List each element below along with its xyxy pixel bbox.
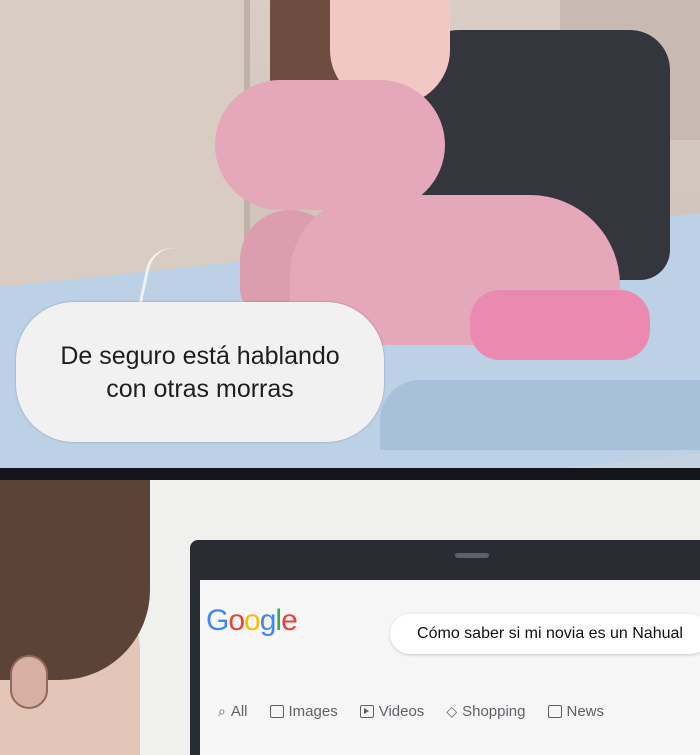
top-panel: De seguro está hablando con otras morras xyxy=(0,0,700,470)
logo-letter: o xyxy=(228,604,245,637)
speech-line-1: De seguro está hablando xyxy=(60,342,340,370)
speech-line-2: con otras morras xyxy=(106,375,294,403)
newspaper-icon xyxy=(547,704,562,718)
search-icon: ⌕ xyxy=(218,702,226,719)
tab-news[interactable]: News xyxy=(547,702,605,720)
boy-ear xyxy=(10,655,48,709)
search-query: Cómo saber si mi novia es un Nahual xyxy=(417,625,683,642)
girl-arms xyxy=(215,80,445,210)
tab-label: News xyxy=(566,702,605,720)
bottom-panel: Google Cómo saber si mi novia es un Nahu… xyxy=(0,480,700,755)
speech-bubble: De seguro está hablando con otras morras xyxy=(16,302,384,442)
logo-letter: o xyxy=(244,604,261,637)
tab-videos[interactable]: Videos xyxy=(359,702,425,720)
tab-images[interactable]: Images xyxy=(269,702,338,720)
tab-label: All xyxy=(230,702,248,720)
tag-icon: ◇ xyxy=(446,702,458,719)
google-logo[interactable]: Google xyxy=(206,604,298,638)
speech-bubble-text: De seguro está hablando con otras morras xyxy=(16,340,384,406)
webcam xyxy=(455,553,489,558)
laptop: Google Cómo saber si mi novia es un Nahu… xyxy=(190,540,700,755)
browser-screen: Google Cómo saber si mi novia es un Nahu… xyxy=(200,580,700,755)
logo-letter: G xyxy=(206,604,229,637)
tab-label: Images xyxy=(288,702,338,720)
logo-letter: e xyxy=(281,604,298,637)
video-icon xyxy=(359,704,374,718)
logo-letter: g xyxy=(259,604,277,637)
bed-sheet-fold xyxy=(380,380,700,450)
wall xyxy=(0,0,250,290)
girl-shorts xyxy=(470,290,650,360)
tab-all[interactable]: ⌕ All xyxy=(218,703,248,720)
tab-shopping[interactable]: ◇ Shopping xyxy=(446,703,525,720)
search-tabs: ⌕ All Images Videos ◇ Shopping News xyxy=(218,696,626,726)
tab-label: Shopping xyxy=(462,702,526,720)
comic-page: De seguro está hablando con otras morras… xyxy=(0,0,700,755)
search-input[interactable]: Cómo saber si mi novia es un Nahual xyxy=(390,614,700,654)
panel-divider xyxy=(0,468,700,480)
image-icon xyxy=(269,704,284,718)
tab-label: Videos xyxy=(378,702,425,720)
